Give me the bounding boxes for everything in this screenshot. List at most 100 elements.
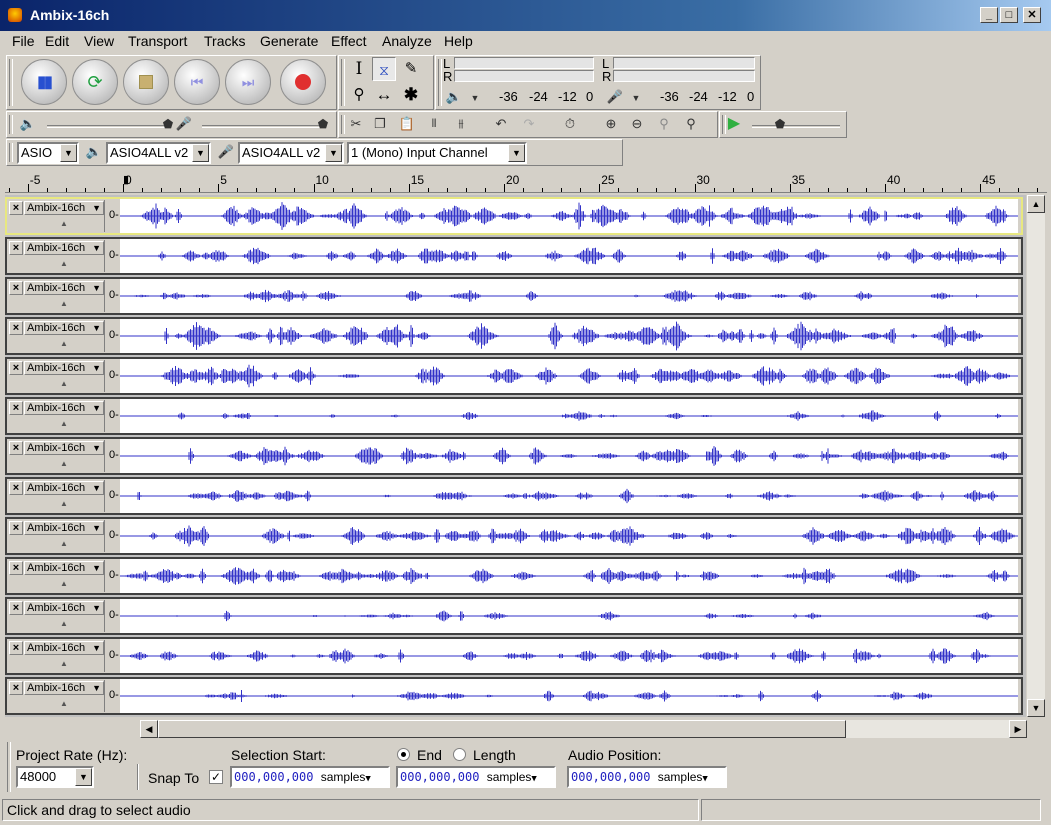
track-control-panel[interactable]: × Ambix-16ch ▼ ▲ bbox=[8, 240, 105, 272]
menu-generate[interactable]: Generate bbox=[260, 33, 318, 49]
close-button[interactable]: ✕ bbox=[1023, 7, 1041, 23]
collapse-track-icon[interactable]: ▲ bbox=[24, 457, 104, 471]
track-name-menu[interactable]: Ambix-16ch ▼ bbox=[24, 601, 104, 615]
audio-host-select[interactable]: ASIO ▼ bbox=[17, 142, 79, 164]
track-control-panel[interactable]: × Ambix-16ch ▼ ▲ bbox=[8, 560, 105, 592]
undo-icon[interactable]: ↶ bbox=[490, 113, 512, 135]
audio-track[interactable]: × Ambix-16ch ▼ ▲ 0- bbox=[5, 237, 1023, 275]
vertical-scrollbar[interactable]: ▲ ▼ bbox=[1027, 195, 1045, 717]
audio-track[interactable]: × Ambix-16ch ▼ ▲ 0- bbox=[5, 437, 1023, 475]
minimize-button[interactable]: _ bbox=[980, 7, 998, 23]
track-waveform[interactable] bbox=[120, 599, 1018, 633]
input-volume-thumb[interactable]: ⬟ bbox=[312, 113, 334, 135]
track-waveform[interactable] bbox=[120, 399, 1018, 433]
trim-icon[interactable]: ⫴ bbox=[423, 113, 445, 135]
menu-view[interactable]: View bbox=[84, 33, 114, 49]
record-meter-menu[interactable]: ▼ bbox=[625, 87, 647, 109]
horizontal-scrollbar[interactable]: ◀ ▶ bbox=[140, 720, 1027, 738]
track-control-panel[interactable]: × Ambix-16ch ▼ ▲ bbox=[8, 320, 105, 352]
track-waveform[interactable] bbox=[120, 199, 1018, 233]
collapse-track-icon[interactable]: ▲ bbox=[24, 497, 104, 511]
audio-track[interactable]: × Ambix-16ch ▼ ▲ 0- bbox=[5, 557, 1023, 595]
collapse-track-icon[interactable]: ▲ bbox=[24, 657, 104, 671]
input-volume-slider[interactable] bbox=[202, 125, 324, 128]
selection-end-field[interactable]: 000,000,000 samples▼ bbox=[396, 766, 556, 788]
track-name-menu[interactable]: Ambix-16ch ▼ bbox=[24, 441, 104, 455]
collapse-track-icon[interactable]: ▲ bbox=[24, 537, 104, 551]
menu-effect[interactable]: Effect bbox=[331, 33, 367, 49]
track-waveform[interactable] bbox=[120, 279, 1018, 313]
toolbar-grip[interactable] bbox=[9, 143, 13, 162]
track-waveform[interactable] bbox=[120, 559, 1018, 593]
scroll-left-icon[interactable]: ◀ bbox=[140, 720, 158, 738]
record-meter-right[interactable] bbox=[613, 70, 755, 82]
audio-track[interactable]: × Ambix-16ch ▼ ▲ 0- bbox=[5, 637, 1023, 675]
length-radio[interactable] bbox=[453, 748, 466, 761]
track-waveform[interactable] bbox=[120, 519, 1018, 553]
playback-meter-left[interactable] bbox=[454, 57, 594, 69]
close-icon[interactable]: × bbox=[9, 361, 23, 375]
input-device-select[interactable]: ASIO4ALL v2 ▼ bbox=[238, 142, 344, 164]
play-head-icon[interactable]: ▮ bbox=[123, 173, 129, 186]
menu-help[interactable]: Help bbox=[444, 33, 473, 49]
record-meter-left[interactable] bbox=[613, 57, 755, 69]
record-button[interactable] bbox=[280, 59, 326, 105]
track-control-panel[interactable]: × Ambix-16ch ▼ ▲ bbox=[8, 640, 105, 672]
fit-selection-icon[interactable]: ⚲ bbox=[653, 113, 675, 135]
fit-project-icon[interactable]: ⚲ bbox=[680, 113, 702, 135]
sync-lock-icon[interactable]: ⏱ bbox=[559, 113, 581, 135]
snap-to-checkbox[interactable]: ✓ bbox=[209, 770, 223, 784]
timeline-ruler[interactable]: -5 0 5 10 15 20 25 30 35 40 45 ▮ bbox=[5, 171, 1047, 193]
audio-track[interactable]: × Ambix-16ch ▼ ▲ 0- bbox=[5, 597, 1023, 635]
track-name-menu[interactable]: Ambix-16ch ▼ bbox=[24, 321, 104, 335]
horizontal-scroll-thumb[interactable] bbox=[158, 720, 846, 738]
track-waveform[interactable] bbox=[120, 639, 1018, 673]
collapse-track-icon[interactable]: ▲ bbox=[24, 257, 104, 271]
collapse-track-icon[interactable]: ▲ bbox=[24, 577, 104, 591]
track-control-panel[interactable]: × Ambix-16ch ▼ ▲ bbox=[8, 600, 105, 632]
collapse-track-icon[interactable]: ▲ bbox=[24, 617, 104, 631]
redo-icon[interactable]: ↷ bbox=[518, 113, 540, 135]
scroll-down-icon[interactable]: ▼ bbox=[1027, 699, 1045, 717]
scroll-right-icon[interactable]: ▶ bbox=[1009, 720, 1027, 738]
audio-track[interactable]: × Ambix-16ch ▼ ▲ 0- bbox=[5, 517, 1023, 555]
audio-track[interactable]: × Ambix-16ch ▼ ▲ 0- bbox=[5, 677, 1023, 715]
track-name-menu[interactable]: Ambix-16ch ▼ bbox=[24, 401, 104, 415]
menu-edit[interactable]: Edit bbox=[45, 33, 69, 49]
envelope-tool-icon[interactable]: ⧖ bbox=[372, 57, 396, 81]
close-icon[interactable]: × bbox=[9, 601, 23, 615]
collapse-track-icon[interactable]: ▲ bbox=[24, 217, 104, 231]
track-control-panel[interactable]: × Ambix-16ch ▼ ▲ bbox=[8, 440, 105, 472]
draw-tool-icon[interactable]: ✎ bbox=[399, 57, 423, 81]
track-name-menu[interactable]: Ambix-16ch ▼ bbox=[24, 521, 104, 535]
track-control-panel[interactable]: × Ambix-16ch ▼ ▲ bbox=[8, 480, 105, 512]
selection-tool-icon[interactable]: I bbox=[347, 57, 371, 81]
close-icon[interactable]: × bbox=[9, 481, 23, 495]
audio-track[interactable]: × Ambix-16ch ▼ ▲ 0- bbox=[5, 397, 1023, 435]
track-waveform[interactable] bbox=[120, 679, 1018, 713]
output-volume-slider[interactable] bbox=[47, 125, 169, 128]
cut-icon[interactable]: ✂ bbox=[345, 113, 367, 135]
play-at-speed-icon[interactable]: ▶ bbox=[723, 113, 745, 135]
playback-meter-right[interactable] bbox=[454, 70, 594, 82]
track-name-menu[interactable]: Ambix-16ch ▼ bbox=[24, 241, 104, 255]
project-rate-select[interactable]: 48000 ▼ bbox=[16, 766, 94, 788]
maximize-button[interactable]: □ bbox=[1000, 7, 1018, 23]
track-name-menu[interactable]: Ambix-16ch ▼ bbox=[24, 641, 104, 655]
track-name-menu[interactable]: Ambix-16ch ▼ bbox=[24, 201, 104, 215]
close-icon[interactable]: × bbox=[9, 681, 23, 695]
zoom-tool-icon[interactable]: ⚲ bbox=[347, 83, 371, 107]
playback-meter-menu[interactable]: ▼ bbox=[464, 87, 486, 109]
audio-track[interactable]: × Ambix-16ch ▼ ▲ 0- bbox=[5, 357, 1023, 395]
track-name-menu[interactable]: Ambix-16ch ▼ bbox=[24, 361, 104, 375]
close-icon[interactable]: × bbox=[9, 201, 23, 215]
paste-icon[interactable]: 📋 bbox=[396, 113, 418, 135]
multi-tool-icon[interactable]: ✱ bbox=[399, 83, 423, 107]
collapse-track-icon[interactable]: ▲ bbox=[24, 697, 104, 711]
play-speed-slider[interactable] bbox=[752, 125, 840, 128]
close-icon[interactable]: × bbox=[9, 281, 23, 295]
track-waveform[interactable] bbox=[120, 439, 1018, 473]
track-control-panel[interactable]: × Ambix-16ch ▼ ▲ bbox=[8, 200, 105, 232]
toolbar-grip[interactable] bbox=[341, 59, 345, 106]
track-waveform[interactable] bbox=[120, 359, 1018, 393]
